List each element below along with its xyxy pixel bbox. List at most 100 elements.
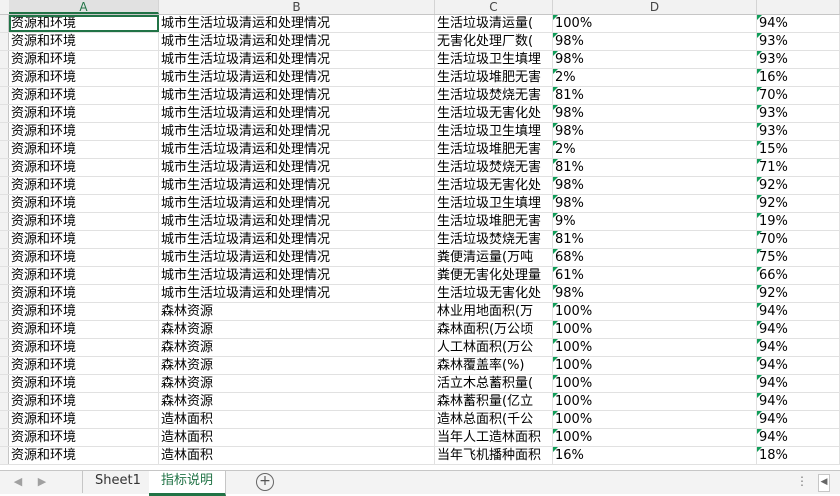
cell-ratio-a[interactable]: 100% bbox=[553, 429, 757, 446]
cell-section[interactable]: 城市生活垃圾清运和处理情况 bbox=[159, 51, 435, 68]
cell-category[interactable]: 资源和环境 bbox=[9, 231, 159, 248]
more-options-icon[interactable]: ⋮ bbox=[796, 474, 808, 488]
cell-ratio-b[interactable]: 15% bbox=[757, 141, 840, 158]
cell-ratio-b[interactable]: 94% bbox=[757, 321, 840, 338]
row-header[interactable] bbox=[0, 267, 9, 284]
cell-category[interactable]: 资源和环境 bbox=[9, 69, 159, 86]
cell-ratio-a[interactable]: 81% bbox=[553, 87, 757, 104]
row-header[interactable] bbox=[0, 447, 9, 464]
cell-section[interactable]: 城市生活垃圾清运和处理情况 bbox=[159, 123, 435, 140]
cell-indicator[interactable]: 生活垃圾卫生填埋 bbox=[435, 195, 553, 212]
cell-category[interactable]: 资源和环境 bbox=[9, 357, 159, 374]
cell-ratio-b[interactable]: 94% bbox=[757, 15, 840, 32]
cell-ratio-b[interactable]: 94% bbox=[757, 357, 840, 374]
row-header[interactable] bbox=[0, 177, 9, 194]
cell-indicator[interactable]: 生活垃圾焚烧无害 bbox=[435, 159, 553, 176]
cell-ratio-b[interactable]: 16% bbox=[757, 69, 840, 86]
cell-indicator[interactable]: 生活垃圾焚烧无害 bbox=[435, 231, 553, 248]
tab-sheet1[interactable]: Sheet1 bbox=[82, 471, 154, 493]
cell-indicator[interactable]: 生活垃圾堆肥无害 bbox=[435, 141, 553, 158]
cell-ratio-b[interactable]: 93% bbox=[757, 105, 840, 122]
cell-indicator[interactable]: 生活垃圾焚烧无害 bbox=[435, 87, 553, 104]
cell-ratio-a[interactable]: 81% bbox=[553, 159, 757, 176]
cell-ratio-a[interactable]: 98% bbox=[553, 33, 757, 50]
cell-section[interactable]: 造林面积 bbox=[159, 411, 435, 428]
column-header-c[interactable]: C bbox=[435, 0, 553, 14]
cell-category[interactable]: 资源和环境 bbox=[9, 375, 159, 392]
cell-indicator[interactable]: 人工林面积(万公 bbox=[435, 339, 553, 356]
cell-ratio-a[interactable]: 98% bbox=[553, 105, 757, 122]
cell-ratio-b[interactable]: 66% bbox=[757, 267, 840, 284]
cell-ratio-b[interactable]: 94% bbox=[757, 375, 840, 392]
cell-section[interactable]: 城市生活垃圾清运和处理情况 bbox=[159, 267, 435, 284]
row-header[interactable] bbox=[0, 303, 9, 320]
cell-ratio-a[interactable]: 98% bbox=[553, 195, 757, 212]
cell-indicator[interactable]: 粪便无害化处理量 bbox=[435, 267, 553, 284]
column-header-e[interactable] bbox=[757, 0, 840, 14]
cell-ratio-a[interactable]: 16% bbox=[553, 447, 757, 464]
cell-indicator[interactable]: 森林覆盖率(%) bbox=[435, 357, 553, 374]
cell-ratio-b[interactable]: 70% bbox=[757, 87, 840, 104]
cell-indicator[interactable]: 生活垃圾无害化处 bbox=[435, 177, 553, 194]
row-header[interactable] bbox=[0, 231, 9, 248]
cell-category[interactable]: 资源和环境 bbox=[9, 195, 159, 212]
cell-ratio-b[interactable]: 92% bbox=[757, 195, 840, 212]
cell-category[interactable]: 资源和环境 bbox=[9, 285, 159, 302]
scroll-left-icon[interactable]: ◀ bbox=[818, 474, 830, 492]
row-header[interactable] bbox=[0, 411, 9, 428]
cell-section[interactable]: 城市生活垃圾清运和处理情况 bbox=[159, 195, 435, 212]
cell-ratio-b[interactable]: 19% bbox=[757, 213, 840, 230]
cell-category[interactable]: 资源和环境 bbox=[9, 213, 159, 230]
spreadsheet-grid[interactable]: A B C D 资源和环境 城市生活垃圾清运和处理情况 生活垃圾清运量(100% 94… bbox=[0, 0, 840, 470]
cell-section[interactable]: 城市生活垃圾清运和处理情况 bbox=[159, 231, 435, 248]
tab-indicator-notes[interactable]: 指标说明 bbox=[149, 471, 227, 496]
cell-category[interactable]: 资源和环境 bbox=[9, 159, 159, 176]
cell-section[interactable]: 森林资源 bbox=[159, 303, 435, 320]
cell-indicator[interactable]: 森林面积(万公顷 bbox=[435, 321, 553, 338]
row-header[interactable] bbox=[0, 159, 9, 176]
cell-indicator[interactable]: 粪便清运量(万吨 bbox=[435, 249, 553, 266]
cell-ratio-a[interactable]: 100% bbox=[553, 321, 757, 338]
cell-ratio-a[interactable]: 100% bbox=[553, 303, 757, 320]
row-header[interactable] bbox=[0, 321, 9, 338]
cell-ratio-a[interactable]: 61% bbox=[553, 267, 757, 284]
row-header[interactable] bbox=[0, 213, 9, 230]
column-header-b[interactable]: B bbox=[159, 0, 435, 14]
column-header-a[interactable]: A bbox=[9, 0, 159, 14]
cell-category[interactable]: 资源和环境 bbox=[9, 429, 159, 446]
cell-section[interactable]: 森林资源 bbox=[159, 321, 435, 338]
row-header[interactable] bbox=[0, 69, 9, 86]
cell-section[interactable]: 造林面积 bbox=[159, 429, 435, 446]
cell-ratio-a[interactable]: 100% bbox=[553, 375, 757, 392]
cell-ratio-b[interactable]: 71% bbox=[757, 159, 840, 176]
cell-indicator[interactable]: 生活垃圾清运量( bbox=[435, 15, 553, 32]
cell-indicator[interactable]: 造林总面积(千公 bbox=[435, 411, 553, 428]
cell-ratio-a[interactable]: 100% bbox=[553, 339, 757, 356]
cell-category[interactable]: 资源和环境 bbox=[9, 87, 159, 104]
cell-ratio-b[interactable]: 94% bbox=[757, 339, 840, 356]
cell-category[interactable]: 资源和环境 bbox=[9, 123, 159, 140]
cell-section[interactable]: 森林资源 bbox=[159, 393, 435, 410]
cell-section[interactable]: 城市生活垃圾清运和处理情况 bbox=[159, 141, 435, 158]
row-header[interactable] bbox=[0, 33, 9, 50]
cell-section[interactable]: 森林资源 bbox=[159, 339, 435, 356]
cell-section[interactable]: 森林资源 bbox=[159, 357, 435, 374]
cell-ratio-a[interactable]: 81% bbox=[553, 231, 757, 248]
cell-category[interactable]: 资源和环境 bbox=[9, 15, 159, 32]
cell-indicator[interactable]: 林业用地面积(万 bbox=[435, 303, 553, 320]
prev-sheet-icon[interactable]: ◀ bbox=[10, 474, 26, 490]
row-header[interactable] bbox=[0, 357, 9, 374]
cell-indicator[interactable]: 生活垃圾无害化处 bbox=[435, 285, 553, 302]
row-header[interactable] bbox=[0, 285, 9, 302]
row-header[interactable] bbox=[0, 339, 9, 356]
cell-ratio-b[interactable]: 75% bbox=[757, 249, 840, 266]
cell-category[interactable]: 资源和环境 bbox=[9, 105, 159, 122]
cell-section[interactable]: 城市生活垃圾清运和处理情况 bbox=[159, 105, 435, 122]
cell-ratio-a[interactable]: 98% bbox=[553, 51, 757, 68]
cell-indicator[interactable]: 生活垃圾无害化处 bbox=[435, 105, 553, 122]
row-header[interactable] bbox=[0, 375, 9, 392]
cell-ratio-a[interactable]: 98% bbox=[553, 123, 757, 140]
cell-section[interactable]: 城市生活垃圾清运和处理情况 bbox=[159, 249, 435, 266]
cell-category[interactable]: 资源和环境 bbox=[9, 447, 159, 464]
cell-indicator[interactable]: 当年人工造林面积 bbox=[435, 429, 553, 446]
